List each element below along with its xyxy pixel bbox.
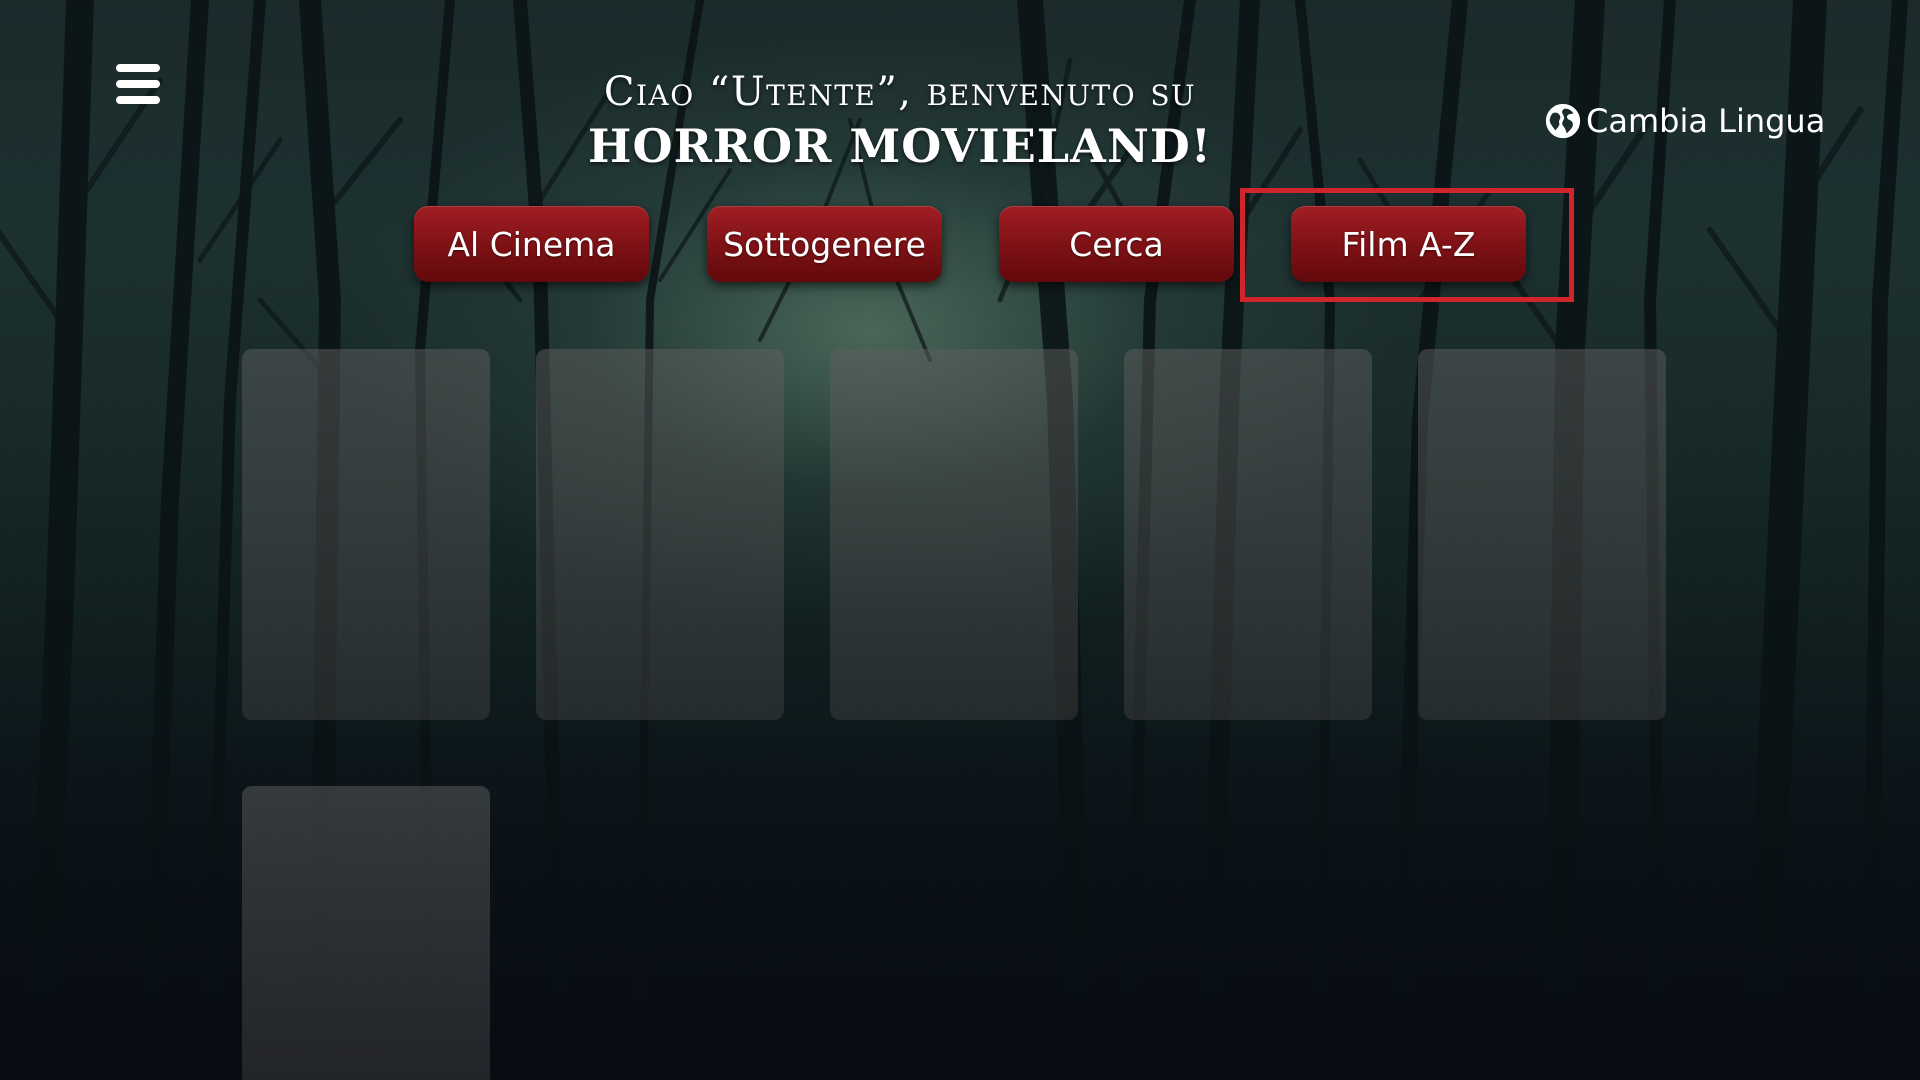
- app-title: HORROR MOVIELAND!: [588, 119, 1212, 173]
- movie-card-placeholder[interactable]: [1418, 349, 1666, 720]
- movie-card-placeholder[interactable]: [536, 349, 784, 720]
- hamburger-menu-icon[interactable]: [116, 64, 162, 108]
- movie-card-placeholder[interactable]: [242, 349, 490, 720]
- movie-card-placeholder[interactable]: [1124, 349, 1372, 720]
- nav-button-al-cinema[interactable]: Al Cinema: [414, 206, 649, 282]
- welcome-greeting: Ciao “Utente”, benvenuto su: [603, 69, 1197, 115]
- nav-button-cerca[interactable]: Cerca: [999, 206, 1234, 282]
- nav-button-film-a-z[interactable]: Film A-Z: [1291, 206, 1526, 282]
- welcome-header: Ciao “Utente”, benvenuto su HORROR MOVIE…: [460, 64, 1340, 172]
- change-language-label: Cambia Lingua: [1586, 102, 1826, 140]
- movie-card-placeholder[interactable]: [830, 349, 1078, 720]
- nav-button-sottogenere[interactable]: Sottogenere: [707, 206, 942, 282]
- globe-icon: [1545, 103, 1581, 139]
- movie-card-placeholder[interactable]: [242, 786, 490, 1080]
- change-language-button[interactable]: Cambia Lingua: [1544, 102, 1825, 140]
